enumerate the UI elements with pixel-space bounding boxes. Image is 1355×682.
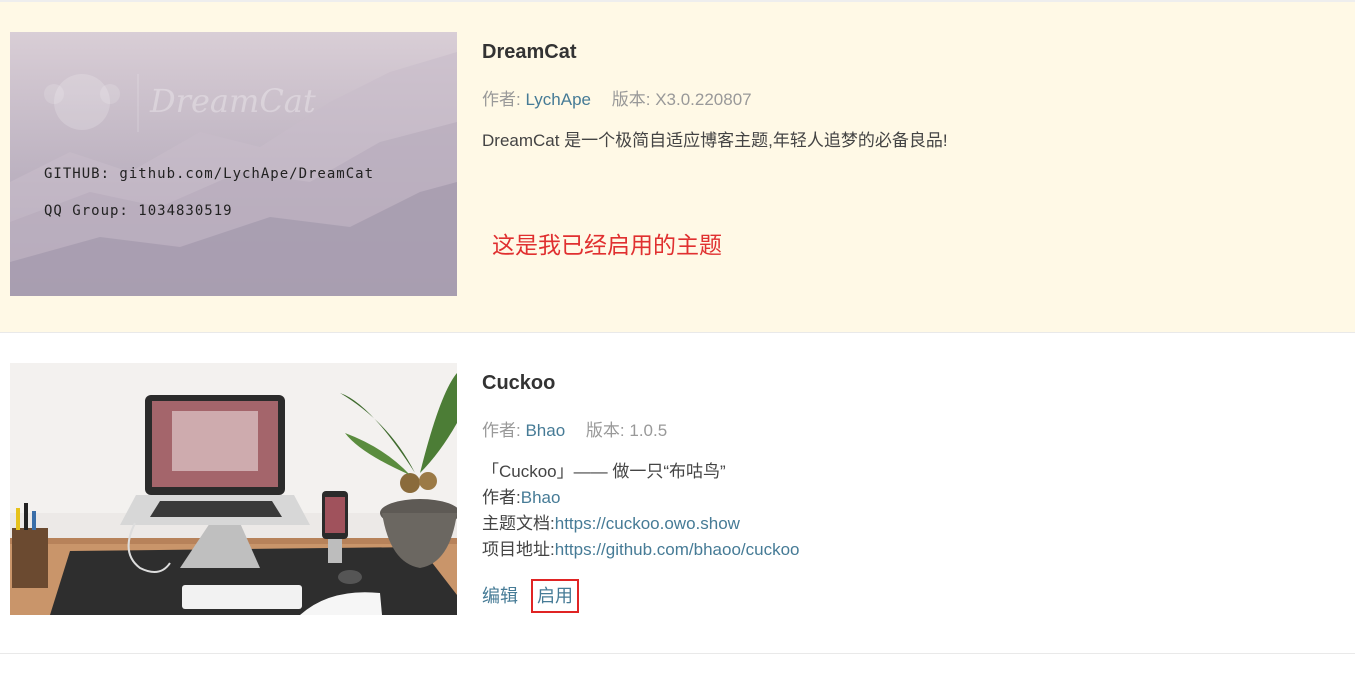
description-tagline: 「Cuckoo」—— 做一只“布咕鸟”	[482, 462, 726, 481]
author-label: 作者:	[482, 90, 521, 109]
author-link[interactable]: Bhao	[525, 421, 565, 440]
theme-description: 「Cuckoo」—— 做一只“布咕鸟” 作者:Bhao 主题文档:https:/…	[482, 459, 1335, 563]
theme-row-dreamcat: DreamCat GITHUB: github.com/LychApe/Drea…	[0, 2, 1355, 333]
preview-qq-text: QQ Group: 1034830519	[44, 203, 233, 219]
preview-github-text: GITHUB: github.com/LychApe/DreamCat	[44, 166, 374, 182]
theme-info: DreamCat 作者: LychApe 版本: X3.0.220807 Dre…	[482, 38, 1335, 154]
preview-logo-text: DreamCat	[149, 82, 316, 120]
version-label: 版本:	[611, 90, 651, 109]
theme-description: DreamCat 是一个极简自适应博客主题,年轻人追梦的必备良品!	[482, 131, 948, 150]
docs-link[interactable]: https://cuckoo.owo.show	[555, 514, 740, 533]
theme-meta: 作者: Bhao 版本: 1.0.5	[482, 419, 1335, 443]
description-author-link[interactable]: Bhao	[521, 488, 561, 507]
description-author-label: 作者:	[482, 488, 521, 507]
version-label: 版本:	[585, 421, 625, 440]
theme-meta: 作者: LychApe 版本: X3.0.220807	[482, 88, 1335, 112]
theme-screenshot: DreamCat GITHUB: github.com/LychApe/Drea…	[10, 32, 457, 296]
enable-theme-button[interactable]: 启用	[531, 579, 580, 613]
description-author-line: 作者:Bhao	[482, 485, 1335, 511]
description-docs-line: 主题文档:https://cuckoo.owo.show	[482, 511, 1335, 537]
author-link[interactable]: LychApe	[525, 90, 591, 109]
theme-row-cuckoo: Cuckoo 作者: Bhao 版本: 1.0.5 「Cuckoo」—— 做一只…	[0, 333, 1355, 654]
theme-title: Cuckoo	[482, 372, 556, 394]
active-theme-annotation: 这是我已经启用的主题	[492, 232, 722, 258]
description-repo-line: 项目地址:https://github.com/bhaoo/cuckoo	[482, 537, 1335, 563]
version-value: X3.0.220807	[655, 90, 752, 109]
theme-info: Cuckoo 作者: Bhao 版本: 1.0.5 「Cuckoo」—— 做一只…	[482, 369, 1335, 613]
version-value: 1.0.5	[629, 421, 668, 440]
edit-theme-button[interactable]: 编辑	[482, 586, 518, 606]
author-label: 作者:	[482, 421, 521, 440]
theme-actions: 编辑 启用	[482, 579, 1335, 613]
repo-link[interactable]: https://github.com/bhaoo/cuckoo	[555, 540, 800, 559]
description-docs-label: 主题文档:	[482, 514, 555, 533]
description-repo-label: 项目地址:	[482, 540, 555, 559]
theme-screenshot	[10, 363, 457, 615]
theme-title: DreamCat	[482, 41, 577, 63]
